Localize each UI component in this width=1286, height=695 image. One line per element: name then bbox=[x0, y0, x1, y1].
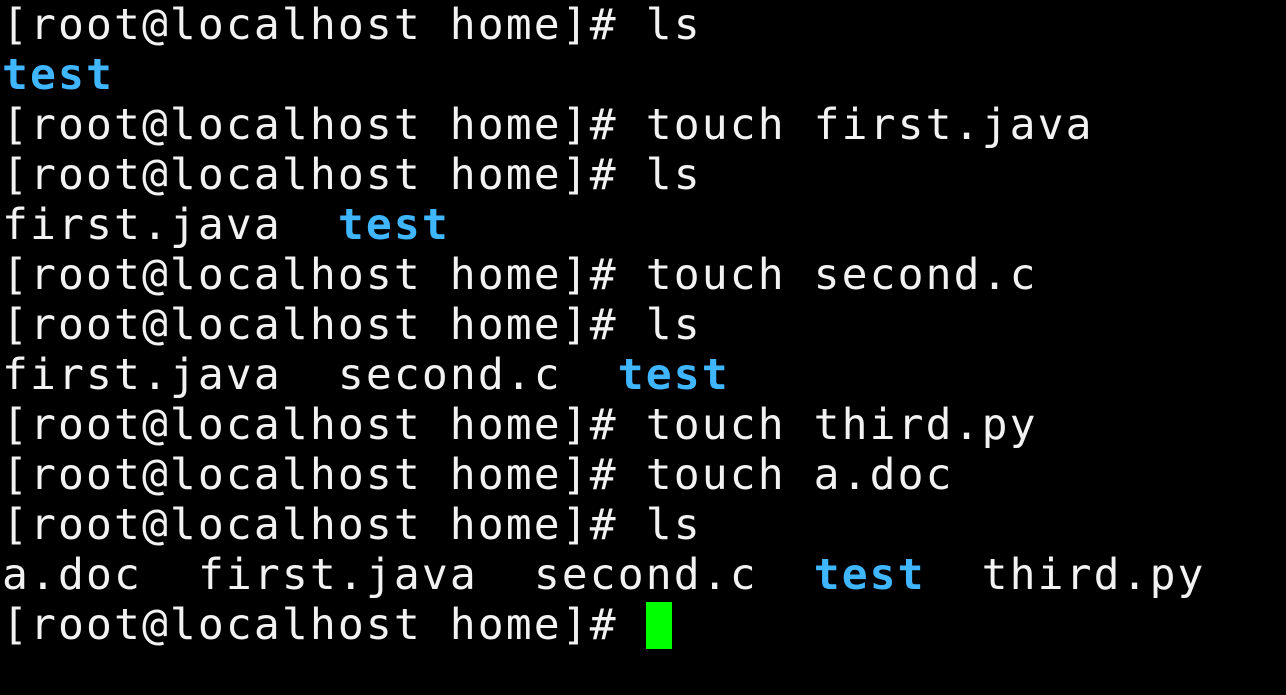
shell-prompt: [root@localhost home]# bbox=[2, 0, 618, 50]
file-entry: first.java bbox=[2, 350, 282, 400]
command-text: ls bbox=[645, 300, 702, 350]
directory-entry: test bbox=[617, 350, 730, 400]
directory-entry: test bbox=[813, 550, 926, 600]
shell-prompt: [root@localhost home]# bbox=[2, 300, 618, 350]
directory-entry: test bbox=[2, 50, 114, 100]
ls-output-line: first.java test bbox=[2, 200, 1282, 250]
file-entry: first.java bbox=[2, 200, 282, 250]
command-text: ls bbox=[645, 500, 702, 550]
shell-prompt: [root@localhost home]# bbox=[2, 600, 618, 650]
file-entry: second.c bbox=[533, 550, 758, 600]
file-entry: first.java bbox=[197, 550, 478, 600]
command-line: [root@localhost home]# ls bbox=[2, 300, 1282, 350]
terminal-window[interactable]: [root@localhost home]# ls test [root@local… bbox=[2, 0, 1282, 695]
directory-entry: test bbox=[337, 200, 450, 250]
command-text: touch first.java bbox=[645, 100, 1094, 150]
command-text: ls bbox=[645, 150, 702, 200]
file-entry: a.doc bbox=[2, 550, 142, 600]
shell-prompt: [root@localhost home]# bbox=[2, 400, 618, 450]
command-line: [root@localhost home]# touch second.c bbox=[2, 250, 1282, 300]
command-line: [root@localhost home]# touch first.java bbox=[2, 100, 1282, 150]
command-line: [root@localhost home]# touch a.doc bbox=[2, 450, 1282, 500]
command-text: touch second.c bbox=[645, 250, 1038, 300]
shell-prompt: [root@localhost home]# bbox=[2, 500, 618, 550]
shell-prompt: [root@localhost home]# bbox=[2, 450, 618, 500]
ls-output-line: first.java second.c test bbox=[2, 350, 1282, 400]
command-line: [root@localhost home]# bbox=[2, 600, 1282, 650]
command-line: [root@localhost home]# touch third.py bbox=[2, 400, 1282, 450]
file-entry: third.py bbox=[981, 550, 1206, 600]
ls-output-line: a.doc first.java second.c test third.py bbox=[2, 550, 1282, 600]
shell-prompt: [root@localhost home]# bbox=[2, 150, 618, 200]
command-line: [root@localhost home]# ls bbox=[2, 150, 1282, 200]
command-line: [root@localhost home]# ls bbox=[2, 0, 1282, 50]
ls-output-line: test bbox=[2, 50, 1282, 100]
command-line: [root@localhost home]# ls bbox=[2, 500, 1282, 550]
shell-prompt: [root@localhost home]# bbox=[2, 100, 618, 150]
terminal-cursor[interactable] bbox=[645, 602, 672, 649]
command-text: touch a.doc bbox=[645, 450, 954, 500]
command-text: ls bbox=[645, 0, 702, 50]
file-entry: second.c bbox=[337, 350, 562, 400]
command-text: touch third.py bbox=[645, 400, 1038, 450]
shell-prompt: [root@localhost home]# bbox=[2, 250, 618, 300]
